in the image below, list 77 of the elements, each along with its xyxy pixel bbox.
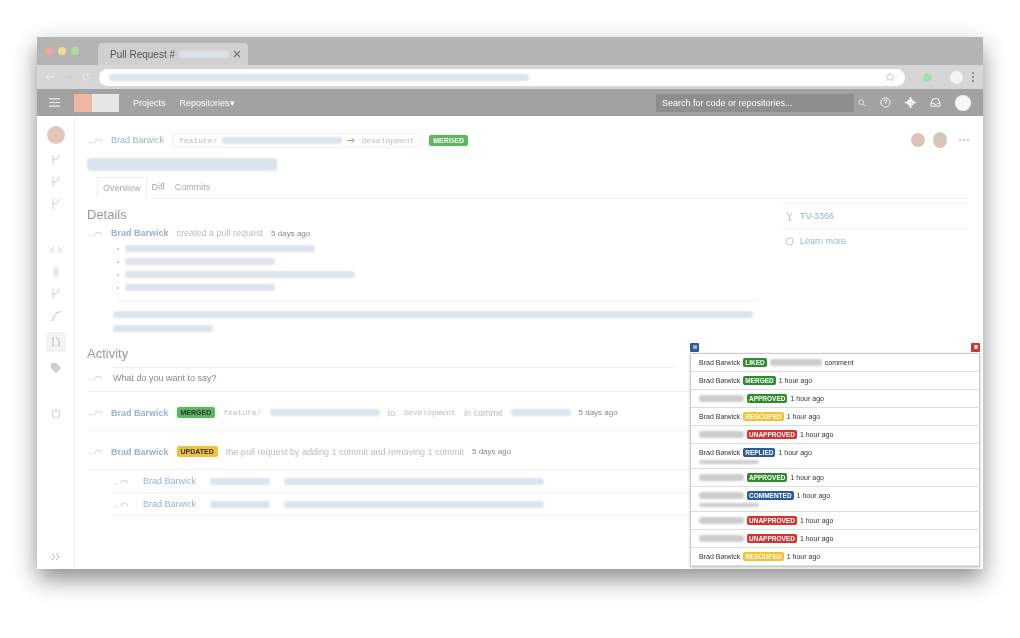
settings-icon[interactable] xyxy=(905,97,916,108)
redacted-text xyxy=(769,359,822,366)
redacted-name xyxy=(699,517,744,524)
redacted-name xyxy=(699,535,744,542)
nav-link[interactable]: Projects xyxy=(133,97,166,108)
author-link[interactable]: Brad Barwick xyxy=(111,135,164,145)
author-link[interactable]: Brad Barwick xyxy=(111,446,169,457)
section-heading: Activity xyxy=(87,346,129,361)
redacted-name xyxy=(699,474,744,481)
search-icon[interactable] xyxy=(858,98,866,107)
reload-icon[interactable] xyxy=(81,72,91,82)
nav-link[interactable]: Repositories▾ xyxy=(179,97,235,108)
maximize-dot-icon[interactable] xyxy=(71,47,79,55)
settings-icon[interactable] xyxy=(49,408,62,420)
event-text: to xyxy=(387,407,396,418)
author-link[interactable]: Brad Barwick xyxy=(111,407,169,418)
redacted-note xyxy=(699,503,759,507)
profile-avatar[interactable] xyxy=(950,70,963,84)
reviewer-avatar xyxy=(933,132,947,148)
back-arrow-icon[interactable] xyxy=(45,72,55,82)
tab-title: Pull Request # xyxy=(110,48,176,60)
pull-request-icon[interactable] xyxy=(45,332,66,352)
branch-name: development xyxy=(403,408,456,417)
redacted-name xyxy=(699,395,744,402)
code-icon[interactable] xyxy=(49,244,62,256)
branch-icon[interactable] xyxy=(49,154,62,166)
reviewer-avatar xyxy=(911,133,925,147)
redacted-text xyxy=(210,477,270,485)
issue-link[interactable]: TV-3366 xyxy=(800,211,835,221)
graph-icon[interactable] xyxy=(49,310,62,322)
section-heading: Details xyxy=(87,207,127,222)
learn-more-link[interactable]: Learn more xyxy=(800,236,847,246)
logo-placeholder xyxy=(74,93,119,112)
page-tab[interactable]: Overview xyxy=(97,177,147,199)
repo-avatar[interactable] xyxy=(46,126,65,144)
branch-name: development xyxy=(361,135,415,145)
more-icon[interactable] xyxy=(971,71,975,83)
branch-icon[interactable] xyxy=(49,198,62,210)
redacted-text xyxy=(179,50,230,58)
page-tab[interactable]: Diff xyxy=(146,177,170,198)
redacted-name xyxy=(699,492,744,499)
close-dot-icon[interactable] xyxy=(45,47,53,55)
trash-icon xyxy=(972,344,979,350)
author-link[interactable]: Brad Barwick xyxy=(143,499,196,509)
timestamp: 5 days ago xyxy=(472,447,512,456)
issue-icon xyxy=(785,211,794,221)
author-link[interactable]: Brad Barwick xyxy=(143,476,196,486)
browser-tab[interactable]: Pull Request # xyxy=(98,43,248,65)
inbox-icon[interactable] xyxy=(930,97,941,108)
lines-icon xyxy=(691,344,698,350)
star-icon[interactable] xyxy=(885,72,895,82)
menu-icon[interactable] xyxy=(49,98,60,107)
branch-icon[interactable] xyxy=(49,176,62,188)
delete-button[interactable] xyxy=(971,342,980,352)
help-icon[interactable] xyxy=(880,97,891,108)
redacted-text xyxy=(210,500,270,508)
author-link[interactable]: Brad Barwick xyxy=(111,228,169,238)
redacted-note xyxy=(699,460,759,464)
timestamp: 5 days ago xyxy=(578,408,618,417)
close-icon[interactable] xyxy=(233,50,242,58)
address-bar[interactable] xyxy=(99,68,905,86)
branch-icon[interactable] xyxy=(49,288,62,300)
timestamp: 5 days ago xyxy=(271,228,311,238)
tag-icon[interactable] xyxy=(49,362,62,374)
branch-name: feature/ xyxy=(223,408,262,417)
redacted-name xyxy=(699,431,744,438)
redacted-text xyxy=(510,409,571,416)
expand-icon[interactable] xyxy=(49,551,62,563)
minimize-dot-icon[interactable] xyxy=(58,47,66,55)
search-field[interactable]: Search for code or repositories... xyxy=(656,93,854,112)
help-icon xyxy=(785,236,794,246)
page-tab[interactable]: Commits xyxy=(169,177,216,198)
extension-icon[interactable] xyxy=(923,72,932,82)
mark-read-button[interactable] xyxy=(690,342,699,352)
arrow-icon xyxy=(347,136,357,144)
branch-name: feature/ xyxy=(179,135,218,145)
user-avatar[interactable] xyxy=(955,94,971,111)
